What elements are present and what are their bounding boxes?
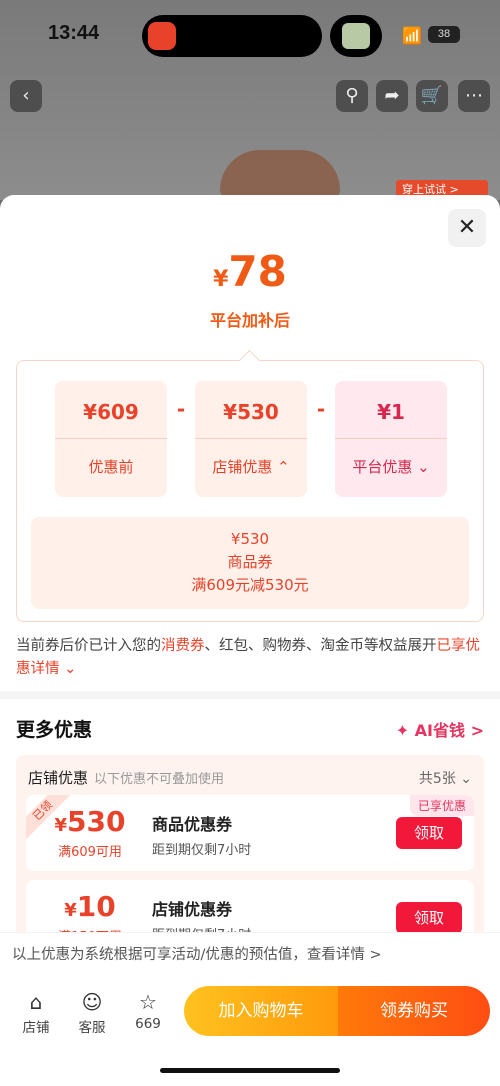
coupon-amount-value: 10 xyxy=(76,890,116,923)
tab-shop-label: 店铺 xyxy=(22,1020,50,1036)
cart-icon: 🛒 xyxy=(420,85,444,106)
platform-discount-value: ¥1 xyxy=(335,381,447,439)
coupon-expiry: 距到期仅剩7小时 xyxy=(152,843,252,858)
search-icon: ⚲ xyxy=(345,85,359,106)
close-button[interactable]: ✕ xyxy=(448,209,486,247)
coupon-name: 商品券 xyxy=(227,553,273,571)
more-discounts-title: 更多优惠 xyxy=(16,719,93,741)
final-price-value: 78 xyxy=(228,247,287,296)
product-image xyxy=(220,150,340,200)
add-to-cart-button[interactable]: 加入购物车 xyxy=(184,986,338,1036)
home-indicator xyxy=(160,1068,340,1073)
price-note: 当前券后价已计入您的消费券、红包、购物券、淘金币等权益展开已享优惠详情 ⌄ xyxy=(16,635,486,681)
consumption-coupon-link[interactable]: 消费券 xyxy=(161,638,205,654)
tab-service[interactable]: ☺ 客服 xyxy=(70,988,114,1036)
more-button[interactable]: ⋯ xyxy=(458,80,490,112)
more-icon: ⋯ xyxy=(465,85,483,106)
star-icon: ☆ xyxy=(139,990,157,1014)
enjoyed-tag: 已享优惠 xyxy=(409,795,474,816)
battery-icon: 38 xyxy=(428,26,460,43)
tab-service-label: 客服 xyxy=(78,1020,106,1036)
original-price: ¥609 xyxy=(55,381,167,439)
final-price: ¥78 xyxy=(0,247,500,296)
note-text: 当前券后价已计入您的 xyxy=(16,638,161,654)
app-icon xyxy=(148,22,176,50)
tab-favorite[interactable]: ☆ 669 xyxy=(126,988,170,1032)
wifi-icon: 📶 xyxy=(402,26,422,45)
shop-discount-value: ¥530 xyxy=(195,381,307,439)
bottom-action-bar: ⌂ 店铺 ☺ 客服 ☆ 669 加入购物车 领券购买 xyxy=(0,978,500,1086)
share-icon: ➦ xyxy=(384,85,400,106)
shop-icon: ⌂ xyxy=(29,990,43,1014)
ai-save-label: AI省钱 > xyxy=(414,721,484,740)
status-time: 13:44 xyxy=(48,22,100,44)
tab-shop[interactable]: ⌂ 店铺 xyxy=(14,988,58,1036)
coupon-name: 店铺优惠券 xyxy=(152,900,233,919)
divider xyxy=(0,691,500,699)
thumbnail-icon xyxy=(342,23,370,49)
coupon-currency: ¥ xyxy=(54,815,68,836)
discount-panel: ✕ ¥78 平台加补后 ¥609 优惠前 - ¥530 店铺优惠 ⌃ - ¥1 … xyxy=(0,195,500,1086)
coupon-amount: ¥10 xyxy=(26,890,154,923)
price-breakdown: ¥609 优惠前 - ¥530 店铺优惠 ⌃ - ¥1 平台优惠 ⌄ ¥530 … xyxy=(16,360,484,622)
coupon-item: 已领 已享优惠 ¥530 满609可用 商品优惠券 距到期仅剩7小时 领取 xyxy=(26,795,474,871)
platform-discount-label: 平台优惠 ⌄ xyxy=(352,458,430,476)
chevron-left-icon: ‹ xyxy=(22,85,30,106)
claim-button[interactable]: 领取 xyxy=(396,817,462,849)
coupon-currency: ¥ xyxy=(64,900,77,921)
share-button[interactable]: ➦ xyxy=(376,80,408,112)
cart-button[interactable]: 🛒 xyxy=(416,80,448,112)
shop-discount-label: 店铺优惠 ⌃ xyxy=(212,458,290,476)
final-price-label: 平台加补后 xyxy=(209,311,290,330)
ai-icon: ✦ xyxy=(395,721,410,740)
currency-symbol: ¥ xyxy=(213,267,229,292)
status-bar: 13:44 📶 38 xyxy=(0,0,500,70)
original-price-label: 优惠前 xyxy=(88,458,134,476)
shop-coupons-title: 店铺优惠 xyxy=(28,769,89,787)
coupon-condition: 满609元减530元 xyxy=(191,576,309,594)
shop-discount-box[interactable]: ¥530 店铺优惠 ⌃ xyxy=(195,381,307,497)
coupon-detail: ¥530 商品券 满609元减530元 xyxy=(31,517,469,609)
platform-discount-box[interactable]: ¥1 平台优惠 ⌄ xyxy=(335,381,447,497)
coupon-name: 商品优惠券 xyxy=(152,815,233,834)
coupon-count-toggle[interactable]: 共5张 ⌄ xyxy=(419,768,472,788)
note-text: 、红包、购物券、淘金币等权益展开 xyxy=(204,638,437,654)
claim-and-buy-button[interactable]: 领券购买 xyxy=(338,986,490,1036)
service-icon: ☺ xyxy=(81,990,103,1014)
back-button[interactable]: ‹ xyxy=(10,80,42,112)
coupon-value: ¥530 xyxy=(230,530,270,548)
dynamic-island xyxy=(142,15,322,57)
coupon-amount: ¥530 xyxy=(26,805,154,838)
shop-coupons-header: 店铺优惠 以下优惠不可叠加使用 xyxy=(28,767,224,788)
coupon-amount-value: 530 xyxy=(67,805,126,838)
minus-sign: - xyxy=(176,397,186,421)
close-icon: ✕ xyxy=(457,215,477,240)
coupon-condition: 满609可用 xyxy=(58,845,122,860)
ai-save-button[interactable]: ✦ AI省钱 > xyxy=(396,717,484,741)
search-button[interactable]: ⚲ xyxy=(336,80,368,112)
favorite-count: 669 xyxy=(135,1016,161,1032)
shop-coupons-subtitle: 以下优惠不可叠加使用 xyxy=(94,772,225,787)
claim-button[interactable]: 领取 xyxy=(396,902,462,934)
minus-sign: - xyxy=(316,397,326,421)
estimate-notice[interactable]: 以上优惠为系统根据可享活动/优惠的预估值，查看详情 > xyxy=(0,932,500,978)
live-activity xyxy=(330,15,382,57)
original-price-box: ¥609 优惠前 xyxy=(55,381,167,497)
